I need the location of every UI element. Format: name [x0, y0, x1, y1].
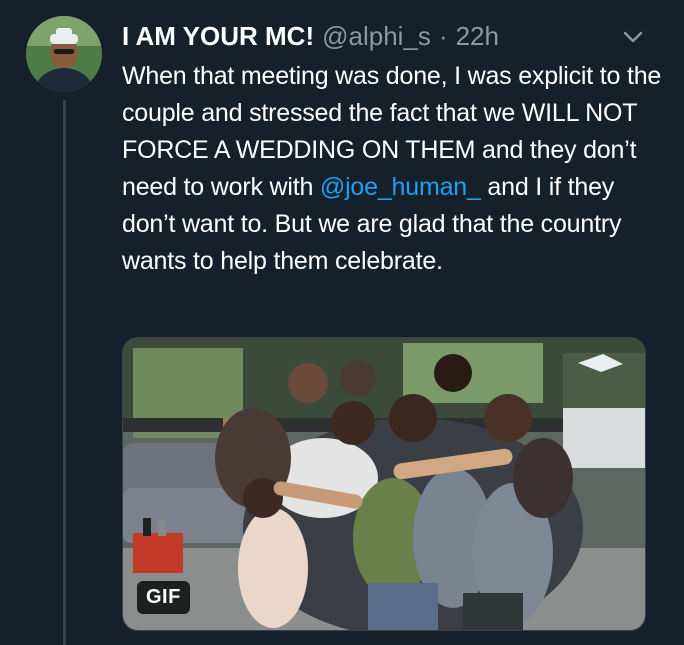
avatar[interactable]: [26, 16, 102, 92]
chevron-down-icon[interactable]: [620, 24, 646, 50]
thread-line: [63, 100, 66, 645]
tweet-text: When that meeting was done, I was explic…: [122, 58, 662, 280]
gif-image: [123, 338, 645, 630]
tweet: I AM YOUR MC! @alphi_s · 22h When that m…: [0, 0, 684, 645]
display-name[interactable]: I AM YOUR MC!: [122, 21, 314, 52]
user-handle[interactable]: @alphi_s: [322, 21, 431, 52]
timestamp[interactable]: 22h: [456, 21, 499, 52]
mention-link[interactable]: @joe_human_: [320, 173, 481, 201]
gif-badge: GIF: [137, 581, 190, 614]
tweet-header: I AM YOUR MC! @alphi_s · 22h: [122, 18, 499, 54]
gif-media[interactable]: GIF: [122, 337, 646, 631]
separator: ·: [438, 20, 448, 51]
